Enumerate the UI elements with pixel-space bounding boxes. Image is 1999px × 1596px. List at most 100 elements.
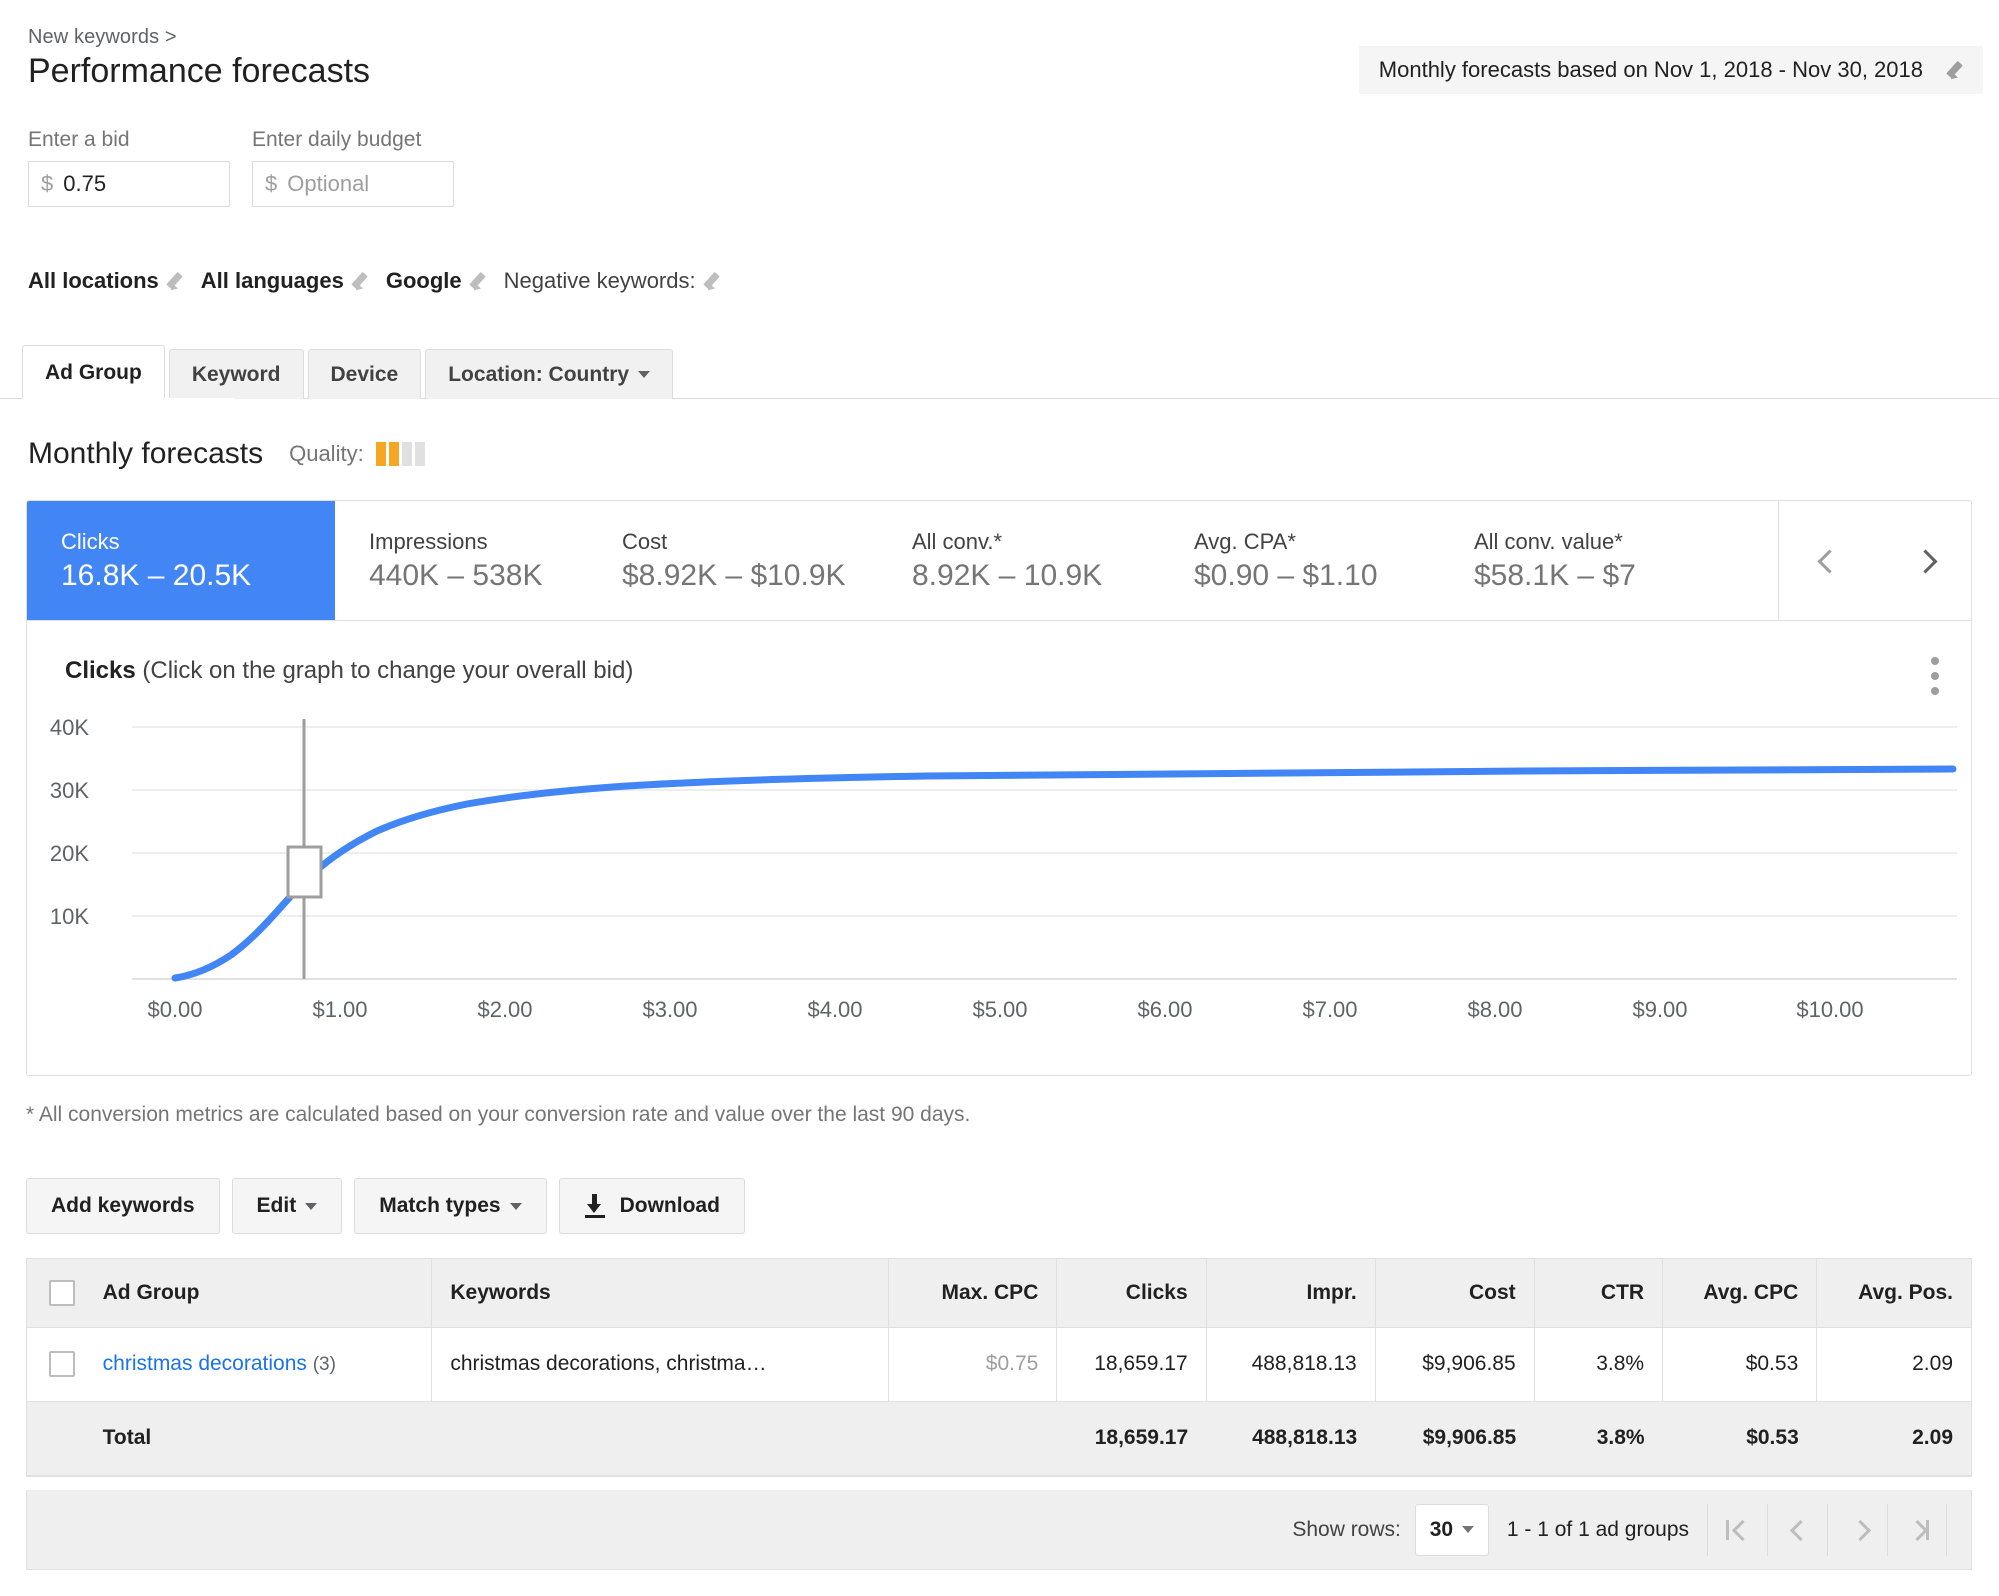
col-ctr[interactable]: CTR <box>1533 1259 1663 1328</box>
total-label: Total <box>84 1401 432 1476</box>
select-all-header[interactable] <box>27 1259 85 1328</box>
svg-text:$7.00: $7.00 <box>1302 997 1357 1022</box>
metric-card-all-conv[interactable]: All conv.* 8.92K – 10.9K <box>878 501 1160 620</box>
button-label: Edit <box>256 1194 297 1217</box>
select-all-checkbox[interactable] <box>49 1279 75 1306</box>
col-impr[interactable]: Impr. <box>1205 1259 1376 1328</box>
tab-device[interactable]: Device <box>307 349 422 399</box>
button-label: Add keywords <box>51 1194 195 1217</box>
col-clicks[interactable]: Clicks <box>1056 1259 1207 1328</box>
metric-card-all-conv-value[interactable]: All conv. value* $58.1K – $7 <box>1440 501 1658 620</box>
svg-text:$0.00: $0.00 <box>147 997 202 1022</box>
ad-groups-table: Ad Group Keywords Max. CPC Clicks Impr. … <box>26 1258 1972 1477</box>
cell-impr: 488,818.13 <box>1205 1327 1376 1402</box>
svg-text:10K: 10K <box>50 904 89 929</box>
setting-all-locations[interactable]: All locations <box>28 268 189 294</box>
pencil-icon[interactable] <box>470 270 492 292</box>
setting-negative-keywords[interactable]: Negative keywords: <box>504 268 726 294</box>
row-select-cell[interactable] <box>27 1327 85 1402</box>
metric-card-avg-cpa[interactable]: Avg. CPA* $0.90 – $1.10 <box>1160 501 1440 620</box>
setting-label: Negative keywords: <box>503 268 696 293</box>
metric-name: Clicks <box>61 529 120 554</box>
setting-network[interactable]: Google <box>386 268 492 294</box>
quality-bar-2 <box>388 442 399 466</box>
row-checkbox[interactable] <box>49 1351 75 1377</box>
date-range-selector[interactable]: Monthly forecasts based on Nov 1, 2018 -… <box>1358 46 1983 94</box>
performance-forecasts-page: New keywords > Performance forecasts Mon… <box>0 0 1999 1596</box>
tab-keyword[interactable]: Keyword <box>168 349 304 399</box>
first-page-button[interactable] <box>1707 1503 1767 1556</box>
col-max-cpc[interactable]: Max. CPC <box>887 1259 1057 1328</box>
edit-button[interactable]: Edit <box>231 1178 343 1234</box>
next-page-button[interactable] <box>1827 1503 1887 1556</box>
budget-label: Enter daily budget <box>252 128 422 151</box>
chart-plot-area[interactable]: 40K 30K 20K 10K $0.00 $1.00 $2.00 $3.00 … <box>27 697 1973 1027</box>
tab-location-country[interactable]: Location: Country <box>425 349 674 399</box>
col-keywords[interactable]: Keywords <box>431 1259 889 1328</box>
download-button[interactable]: Download <box>558 1178 745 1234</box>
pencil-icon[interactable] <box>167 270 189 292</box>
bid-label: Enter a bid <box>28 128 130 151</box>
table-header-row: Ad Group Keywords Max. CPC Clicks Impr. … <box>27 1259 1971 1328</box>
pencil-icon[interactable] <box>704 270 726 292</box>
metric-prev-button[interactable] <box>1779 501 1875 620</box>
breadcrumb[interactable]: New keywords > <box>28 26 177 49</box>
total-select-cell <box>27 1401 85 1476</box>
chevron-left-icon <box>1731 1521 1749 1539</box>
monthly-forecasts-header: Monthly forecasts Quality: <box>28 437 425 471</box>
metric-card-cost[interactable]: Cost $8.92K – $10.9K <box>588 501 878 620</box>
last-page-button[interactable] <box>1887 1503 1947 1556</box>
download-icon <box>584 1194 606 1218</box>
clicks-forecast-curve[interactable]: 40K 30K 20K 10K $0.00 $1.00 $2.00 $3.00 … <box>27 697 1973 1027</box>
date-range-text: Monthly forecasts based on Nov 1, 2018 -… <box>1378 57 1923 82</box>
metric-card-impressions[interactable]: Impressions 440K – 538K <box>335 501 588 620</box>
rows-per-page-value: 30 <box>1429 1517 1454 1541</box>
col-cost[interactable]: Cost <box>1374 1259 1535 1328</box>
chevron-right-icon <box>1849 1521 1867 1539</box>
rows-per-page-select[interactable]: 30 <box>1414 1503 1489 1556</box>
quality-bar-4 <box>414 442 425 466</box>
total-ctr: 3.8% <box>1534 1401 1663 1476</box>
match-types-button[interactable]: Match types <box>354 1178 547 1234</box>
quality-bar-3 <box>401 442 412 466</box>
pencil-icon[interactable] <box>1947 59 1969 81</box>
page-title: Performance forecasts <box>28 52 371 90</box>
col-avg-cpc[interactable]: Avg. CPC <box>1662 1259 1817 1328</box>
table-row[interactable]: christmas decorations (3) christmas deco… <box>27 1327 1971 1402</box>
col-ad-group[interactable]: Ad Group <box>84 1259 432 1328</box>
tab-label: Keyword <box>191 362 281 386</box>
metric-value: 440K – 538K <box>369 559 543 592</box>
svg-text:30K: 30K <box>50 778 89 803</box>
more-options-icon[interactable] <box>1931 657 1939 702</box>
metric-next-button[interactable] <box>1875 501 1971 620</box>
budget-input[interactable]: $ Optional <box>252 161 454 207</box>
tab-ad-group[interactable]: Ad Group <box>22 345 165 399</box>
metric-card-clicks[interactable]: Clicks 16.8K – 20.5K <box>27 501 335 620</box>
svg-text:$1.00: $1.00 <box>312 997 367 1022</box>
ad-group-link[interactable]: christmas decorations <box>103 1352 307 1375</box>
active-tab-mask <box>23 398 235 400</box>
chart-title-hint: (Click on the graph to change your overa… <box>135 657 634 684</box>
pencil-icon[interactable] <box>352 270 374 292</box>
total-cost: $9,906.85 <box>1375 1401 1535 1476</box>
total-keywords <box>431 1401 889 1476</box>
metric-value: $58.1K – $7 <box>1474 559 1636 592</box>
chevron-down-icon <box>1462 1526 1475 1533</box>
setting-label: All languages <box>200 268 344 293</box>
chevron-left-icon <box>1816 550 1838 572</box>
bid-input[interactable]: $ 0.75 <box>28 161 230 207</box>
setting-all-languages[interactable]: All languages <box>201 268 374 294</box>
chart-title: Clicks (Click on the graph to change you… <box>65 657 633 685</box>
forecast-chart-panel[interactable]: Clicks (Click on the graph to change you… <box>26 620 1972 1076</box>
currency-symbol: $ <box>265 171 278 196</box>
svg-text:$5.00: $5.00 <box>972 997 1027 1022</box>
total-max-cpc <box>888 1401 1057 1476</box>
table-total-row: Total 18,659.17 488,818.13 $9,906.85 3.8… <box>27 1401 1971 1476</box>
add-keywords-button[interactable]: Add keywords <box>26 1178 220 1234</box>
prev-page-button[interactable] <box>1767 1503 1827 1556</box>
metric-value: 16.8K – 20.5K <box>61 559 252 592</box>
bid-value: 0.75 <box>63 171 107 196</box>
forecast-table: Ad Group Keywords Max. CPC Clicks Impr. … <box>27 1259 1971 1476</box>
col-avg-pos[interactable]: Avg. Pos. <box>1816 1259 1971 1328</box>
cell-ad-group[interactable]: christmas decorations (3) <box>84 1327 432 1402</box>
